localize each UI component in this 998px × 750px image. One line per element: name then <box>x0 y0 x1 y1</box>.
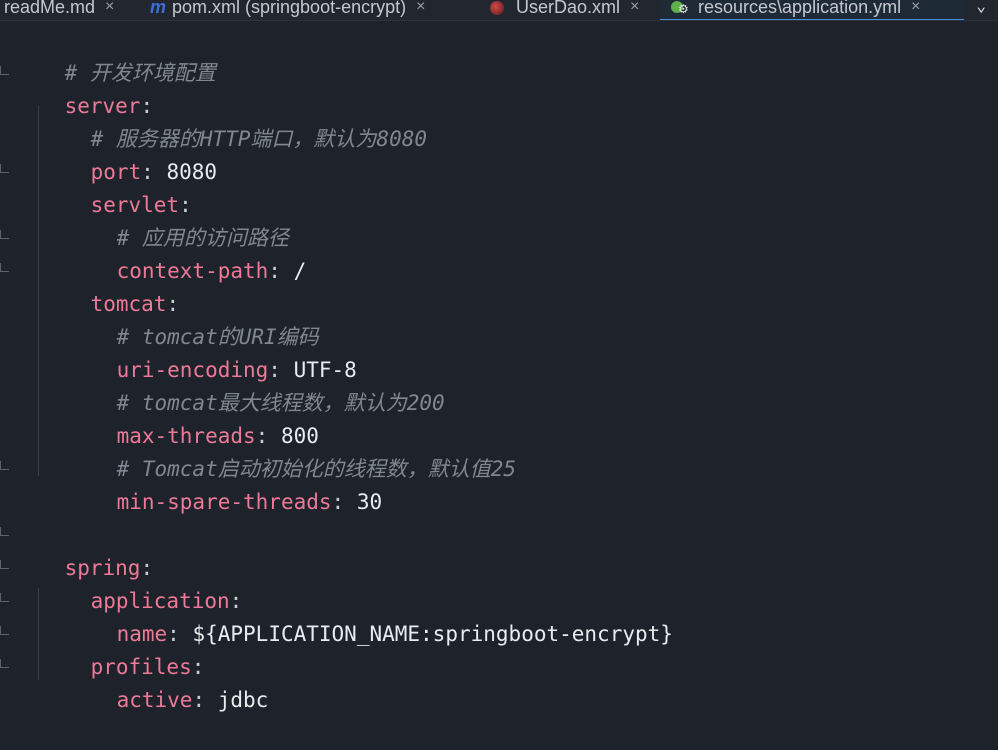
yaml-key: min-spare-threads <box>116 490 332 514</box>
code-line: # 服务器的HTTP端口，默认为8080 <box>40 90 427 151</box>
code-line: max-threads: 800 <box>66 387 319 448</box>
yaml-value: ${APPLICATION_NAME:springboot-encrypt} <box>192 622 673 646</box>
fold-marker[interactable] <box>0 230 9 239</box>
fold-marker[interactable] <box>0 527 9 536</box>
code-line: tomcat: <box>40 255 180 316</box>
code-line: port: 8080 <box>40 123 217 184</box>
tab-userdao-xml[interactable]: UserDao.xml × <box>488 0 639 20</box>
code-line: application: <box>40 552 243 613</box>
code-editor[interactable]: # 开发环境配置 server: # 服务器的HTTP端口，默认为8080 po… <box>0 24 998 712</box>
close-icon[interactable]: × <box>911 0 920 16</box>
yaml-colon: : <box>331 490 345 514</box>
fold-marker[interactable] <box>0 593 9 602</box>
code-line: # Tomcat启动初始化的线程数，默认值25 <box>66 420 516 481</box>
code-line: # tomcat最大线程数，默认为200 <box>66 354 445 415</box>
yaml-value: jdbc <box>217 688 269 712</box>
yaml-colon: : <box>268 259 281 283</box>
code-line: # 开发环境配置 <box>14 24 216 85</box>
fold-marker[interactable] <box>0 626 9 635</box>
yaml-colon: : <box>192 688 206 712</box>
tab-label: readMe.md <box>4 0 96 17</box>
code-line: name: ${APPLICATION_NAME:springboot-encr… <box>66 585 673 646</box>
maven-icon: m <box>150 0 166 17</box>
tab-label: resources\application.yml <box>698 0 902 17</box>
indent-guide <box>38 106 39 476</box>
chevron-down-icon[interactable]: ⌄ <box>976 0 986 15</box>
code-line: profiles: <box>40 618 205 679</box>
spring-yaml-icon <box>670 0 690 16</box>
close-icon[interactable]: × <box>630 0 639 16</box>
tab-readme[interactable]: readMe.md × <box>4 0 114 20</box>
code-line: uri-encoding: UTF-8 <box>66 321 357 382</box>
yaml-key: active <box>116 688 193 712</box>
fold-marker[interactable] <box>0 66 9 75</box>
code-line: # tomcat的URI编码 <box>66 288 319 349</box>
fold-marker[interactable] <box>0 164 9 173</box>
tab-label: UserDao.xml <box>516 0 621 17</box>
code-line: min-spare-threads: 30 <box>66 453 383 514</box>
close-icon[interactable]: × <box>105 0 114 16</box>
tab-application-yml[interactable]: resources\application.yml × <box>660 0 964 20</box>
code-line: context-path: / <box>66 222 307 283</box>
code-line: servlet: <box>40 156 192 217</box>
tab-pom-xml[interactable]: m pom.xml (springboot-encrypt) × <box>150 0 425 20</box>
fold-marker[interactable] <box>0 263 9 272</box>
editor-tab-bar: readMe.md × m pom.xml (springboot-encryp… <box>0 0 998 21</box>
code-line: spring: <box>14 519 154 580</box>
yaml-value: 30 <box>356 490 383 514</box>
yaml-value: / <box>293 259 307 283</box>
code-line: # 应用的访问路径 <box>66 189 289 250</box>
xml-mapper-icon <box>488 0 508 15</box>
fold-marker[interactable] <box>0 560 9 569</box>
active-tab-indicator <box>660 19 964 20</box>
code-line: active: jdbc <box>66 651 269 712</box>
code-line: server: <box>14 57 154 118</box>
fold-marker[interactable] <box>0 461 9 470</box>
close-icon[interactable]: × <box>416 0 425 16</box>
tab-label: pom.xml (springboot-encrypt) <box>172 0 407 17</box>
fold-marker[interactable] <box>0 659 9 668</box>
